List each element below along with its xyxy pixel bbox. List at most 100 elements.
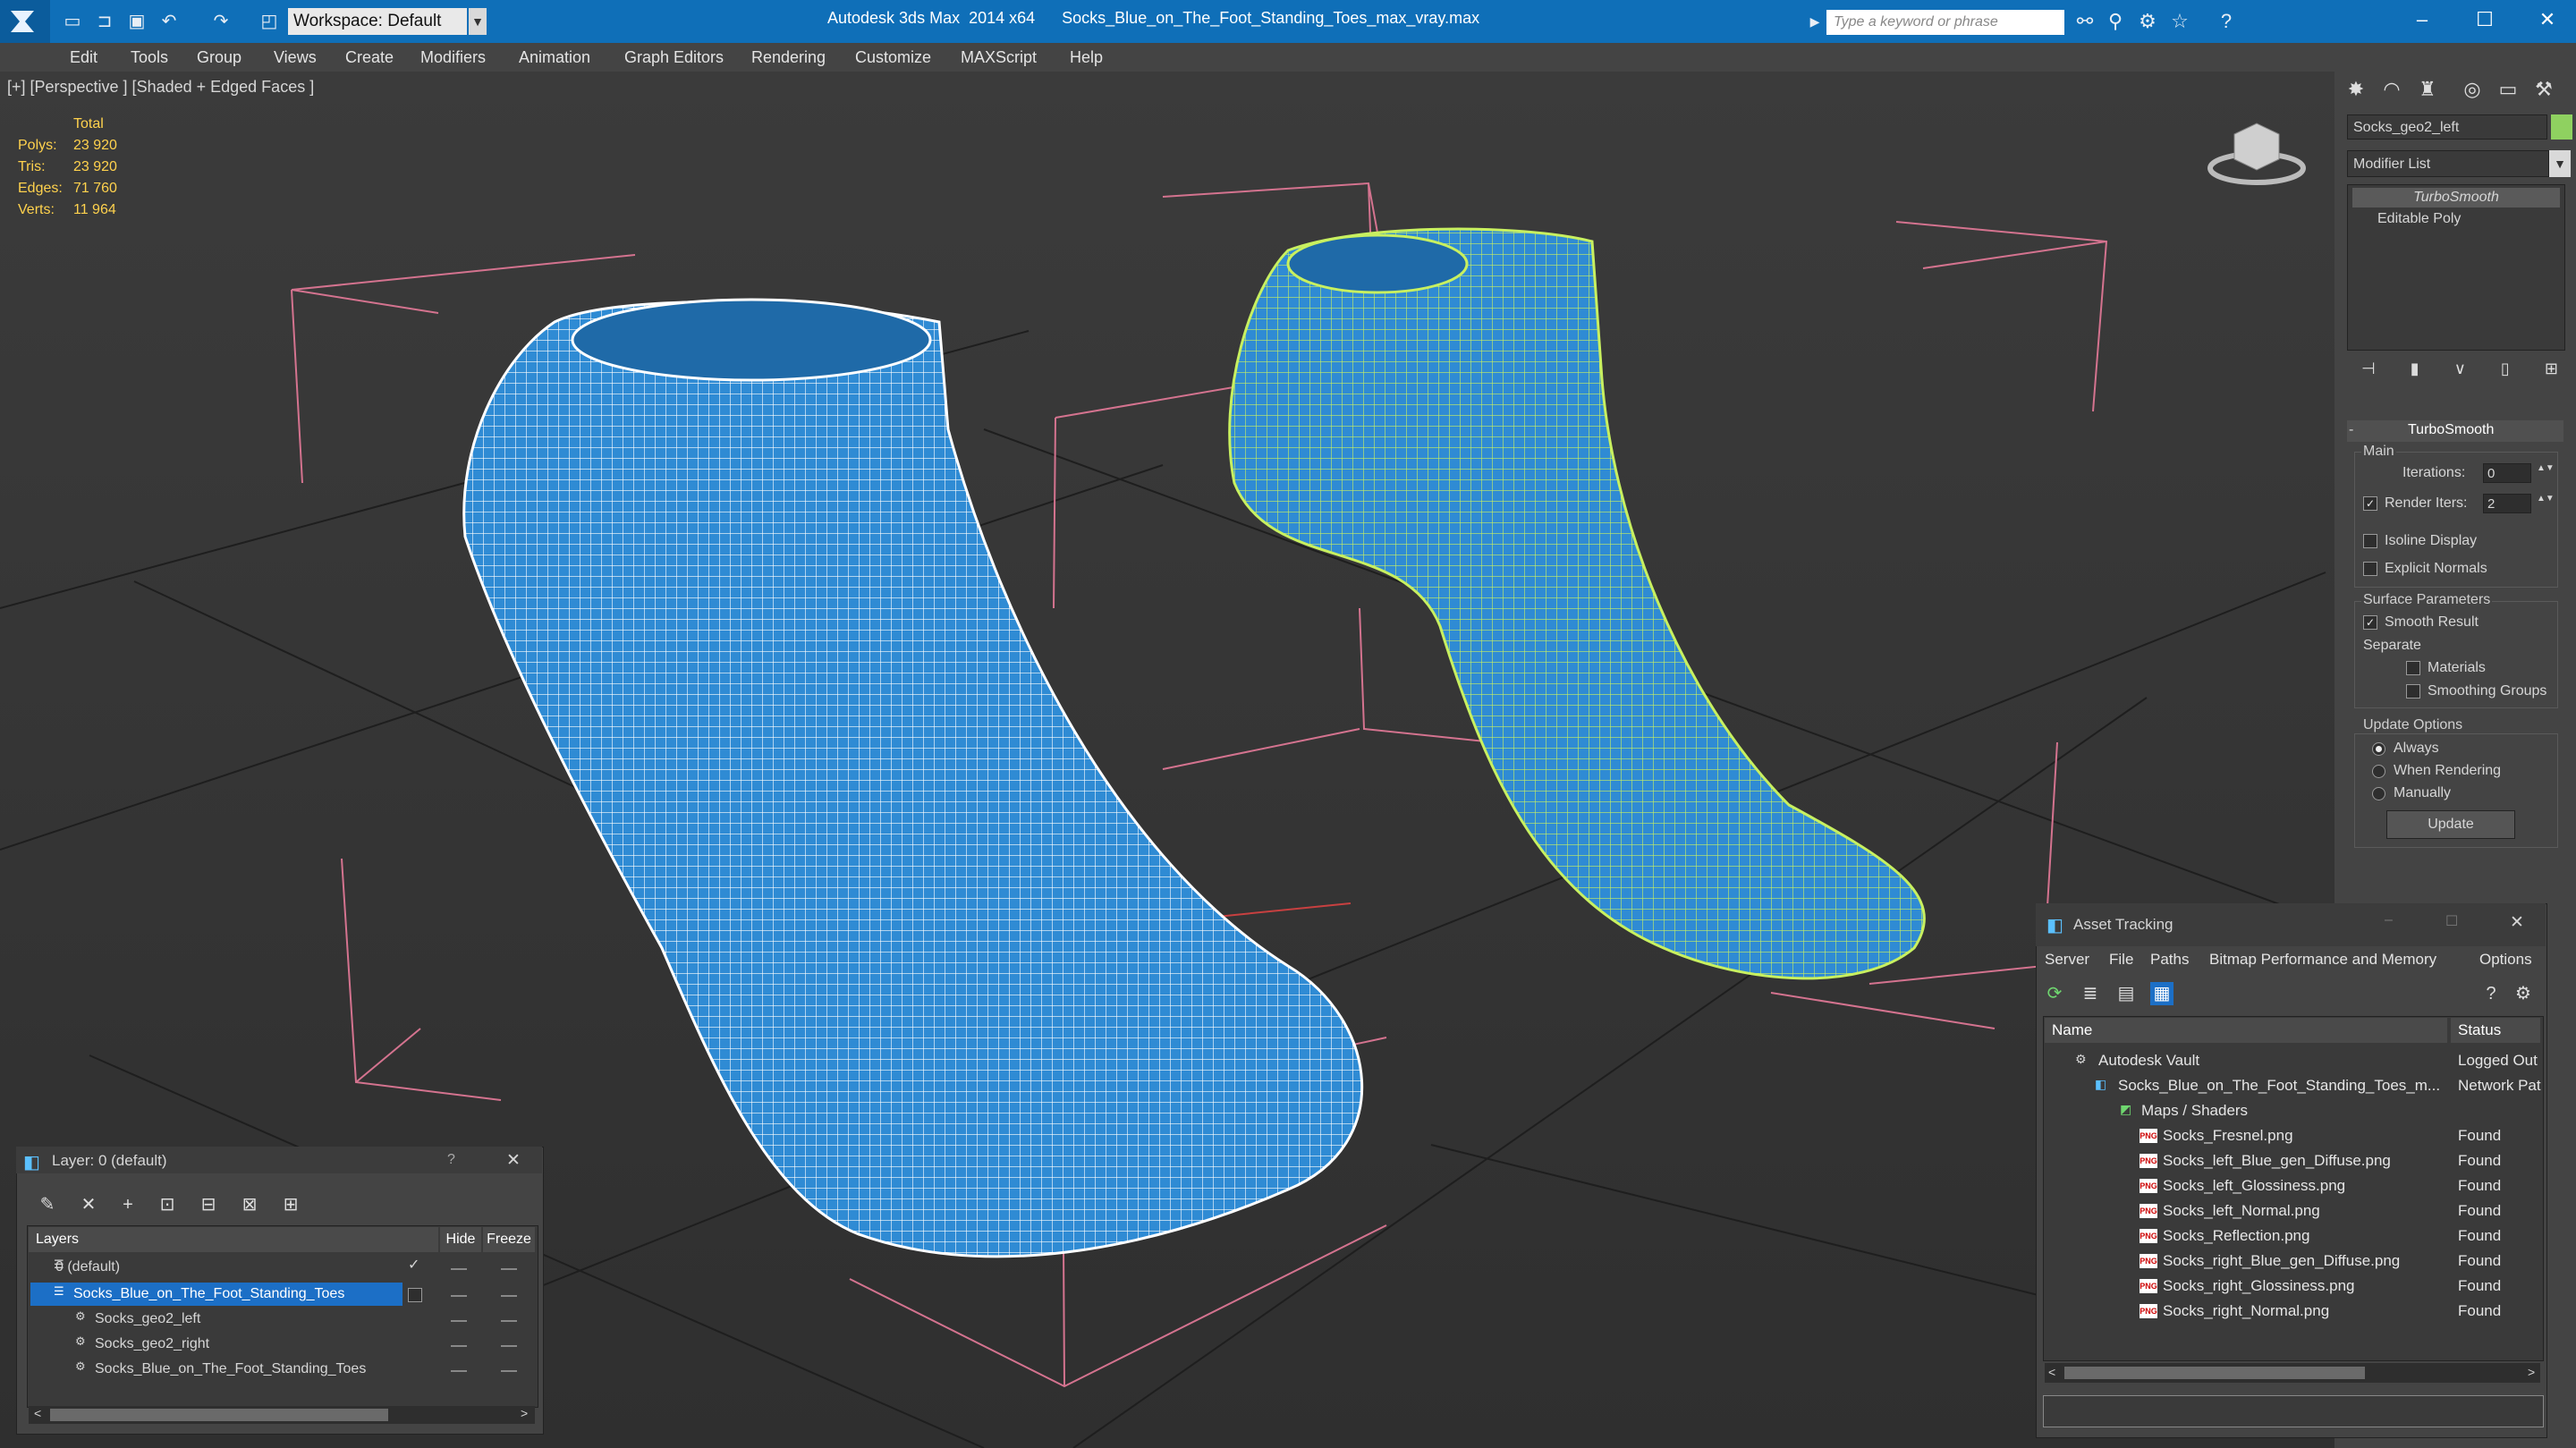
isoline-display-checkbox[interactable] (2363, 534, 2377, 548)
asset-path-field[interactable] (2043, 1395, 2544, 1427)
menu-server[interactable]: Server (2045, 951, 2089, 969)
update-button[interactable]: Update (2386, 810, 2515, 839)
select-objects-icon[interactable]: ⊡ (156, 1193, 179, 1216)
asset-name[interactable]: Autodesk Vault (2098, 1052, 2199, 1070)
viewcube-icon[interactable] (2207, 116, 2306, 192)
explicit-normals-checkbox[interactable] (2363, 562, 2377, 576)
menu-file[interactable]: File (2109, 951, 2133, 969)
scroll-left-icon[interactable]: < (2048, 1365, 2055, 1379)
project-folder-icon[interactable]: ◰ (259, 12, 279, 31)
iterations-spinner[interactable]: 0 (2483, 463, 2531, 483)
chevron-down-icon[interactable]: ▼ (469, 8, 487, 35)
layer-row[interactable]: 0 (default) (30, 1256, 406, 1279)
subscription-key-icon[interactable]: ⚲ (2104, 10, 2127, 33)
menu-create[interactable]: Create (345, 48, 394, 67)
layers-column-header[interactable]: Layers (29, 1227, 438, 1252)
save-icon[interactable]: ▣ (127, 12, 147, 31)
remove-modifier-icon[interactable]: ▯ (2501, 360, 2510, 385)
modifier-list-dropdown[interactable]: Modifier List (2347, 150, 2549, 177)
delete-layer-icon[interactable]: ✕ (77, 1193, 100, 1216)
object-name-field[interactable]: Socks_geo2_left (2347, 114, 2547, 140)
layer-row[interactable]: Socks_geo2_right (30, 1333, 406, 1356)
create-layer-icon[interactable]: ✎ (36, 1193, 59, 1216)
help-icon[interactable]: ? (2215, 10, 2238, 33)
expand-arrow-icon[interactable]: ▶ (1803, 10, 1826, 33)
menu-paths[interactable]: Paths (2150, 951, 2189, 969)
table-view-icon[interactable]: ▤ (2114, 982, 2138, 1005)
scroll-right-icon[interactable]: > (521, 1406, 528, 1420)
undo-icon[interactable]: ↶ (159, 12, 179, 31)
utilities-tab-icon[interactable]: ⚒ (2528, 75, 2560, 104)
configure-modifier-sets-icon[interactable]: ⊞ (2545, 360, 2558, 385)
asset-name[interactable]: Socks_Reflection.png (2163, 1227, 2309, 1245)
show-end-result-icon[interactable]: ▮ (2411, 360, 2419, 385)
asset-scroll-thumb[interactable] (2064, 1367, 2365, 1379)
stack-item-editable-poly[interactable]: Editable Poly (2352, 209, 2560, 229)
layer-row[interactable]: Socks_geo2_left (30, 1308, 406, 1331)
modify-tab-icon[interactable]: ◠ (2376, 75, 2408, 104)
communication-center-icon[interactable]: ⚙ (2136, 10, 2159, 33)
close-icon[interactable]: ✕ (506, 1150, 521, 1171)
menu-customize[interactable]: Customize (855, 48, 931, 67)
menu-bitmap-performance[interactable]: Bitmap Performance and Memory (2209, 951, 2436, 969)
asset-name[interactable]: Socks_Fresnel.png (2163, 1127, 2293, 1145)
highlight-selected-icon[interactable]: ⊟ (197, 1193, 220, 1216)
hide-toggle[interactable] (451, 1295, 467, 1297)
hide-toggle[interactable] (451, 1345, 467, 1347)
scroll-right-icon[interactable]: > (2528, 1365, 2535, 1379)
pin-stack-icon[interactable]: ⊣ (2361, 360, 2376, 385)
hide-toggle[interactable] (451, 1320, 467, 1322)
close-button[interactable]: ✕ (2510, 912, 2524, 933)
smooth-result-checkbox[interactable]: ✓ (2363, 615, 2377, 630)
chevron-down-icon[interactable]: ▼ (2549, 150, 2571, 177)
menu-rendering[interactable]: Rendering (751, 48, 826, 67)
menu-tools[interactable]: Tools (131, 48, 168, 67)
smoothing-groups-checkbox[interactable] (2406, 684, 2420, 699)
asset-name[interactable]: Socks_left_Normal.png (2163, 1202, 2320, 1220)
asset-name[interactable]: Socks_left_Glossiness.png (2163, 1177, 2345, 1195)
menu-animation[interactable]: Animation (519, 48, 590, 67)
freeze-toggle[interactable] (501, 1295, 517, 1297)
menu-edit[interactable]: Edit (70, 48, 97, 67)
list-view-icon[interactable]: ≣ (2079, 982, 2102, 1005)
redo-icon[interactable]: ↷ (211, 12, 231, 31)
menu-group[interactable]: Group (197, 48, 242, 67)
open-file-icon[interactable]: ⊐ (95, 12, 114, 31)
object-color-swatch[interactable] (2551, 114, 2572, 140)
spinner-arrows-icon[interactable]: ▲▼ (2537, 494, 2555, 504)
minimize-button[interactable]: – (2385, 912, 2393, 928)
minimize-button[interactable]: – (2395, 0, 2449, 39)
freeze-toggle[interactable] (501, 1345, 517, 1347)
status-column-header[interactable]: Status (2451, 1018, 2540, 1043)
settings-icon[interactable]: ⚙ (2512, 982, 2535, 1005)
current-layer-check-icon[interactable]: ✓ (408, 1256, 419, 1274)
viewport-label[interactable]: [+] [Perspective ] [Shaded + Edged Faces… (7, 78, 314, 97)
current-layer-checkbox[interactable] (408, 1288, 422, 1302)
help-icon[interactable]: ? (2479, 982, 2503, 1005)
hide-column-header[interactable]: Hide (440, 1227, 481, 1252)
display-tab-icon[interactable]: ▭ (2492, 75, 2524, 104)
rollout-collapse-icon[interactable]: - (2349, 422, 2353, 438)
layer-row[interactable]: Socks_Blue_on_The_Foot_Standing_Toes (30, 1283, 402, 1306)
update-always-radio[interactable] (2372, 742, 2385, 756)
help-icon[interactable]: ? (447, 1152, 455, 1168)
freeze-toggle[interactable] (501, 1268, 517, 1270)
render-iters-spinner[interactable]: 2 (2483, 494, 2531, 513)
layer-row[interactable]: Socks_Blue_on_The_Foot_Standing_Toes (30, 1358, 406, 1381)
maximize-button[interactable]: ☐ (2445, 912, 2458, 930)
asset-name[interactable]: Socks_left_Blue_gen_Diffuse.png (2163, 1152, 2391, 1170)
grid-view-icon[interactable]: ▦ (2150, 982, 2174, 1005)
render-iters-checkbox[interactable]: ✓ (2363, 496, 2377, 511)
menu-options[interactable]: Options (2479, 951, 2532, 969)
layer-scroll-thumb[interactable] (50, 1409, 388, 1421)
menu-modifiers[interactable]: Modifiers (420, 48, 486, 67)
search-input[interactable]: Type a keyword or phrase (1826, 10, 2064, 35)
maximize-button[interactable]: ☐ (2458, 0, 2512, 39)
materials-checkbox[interactable] (2406, 661, 2420, 675)
close-button[interactable]: ✕ (2521, 0, 2574, 39)
asset-name[interactable]: Socks_right_Blue_gen_Diffuse.png (2163, 1252, 2400, 1270)
hide-toggle[interactable] (451, 1370, 467, 1372)
make-unique-icon[interactable]: ∨ (2454, 360, 2466, 385)
new-file-icon[interactable]: ▭ (63, 12, 82, 31)
asset-name[interactable]: Socks_right_Normal.png (2163, 1302, 2329, 1320)
